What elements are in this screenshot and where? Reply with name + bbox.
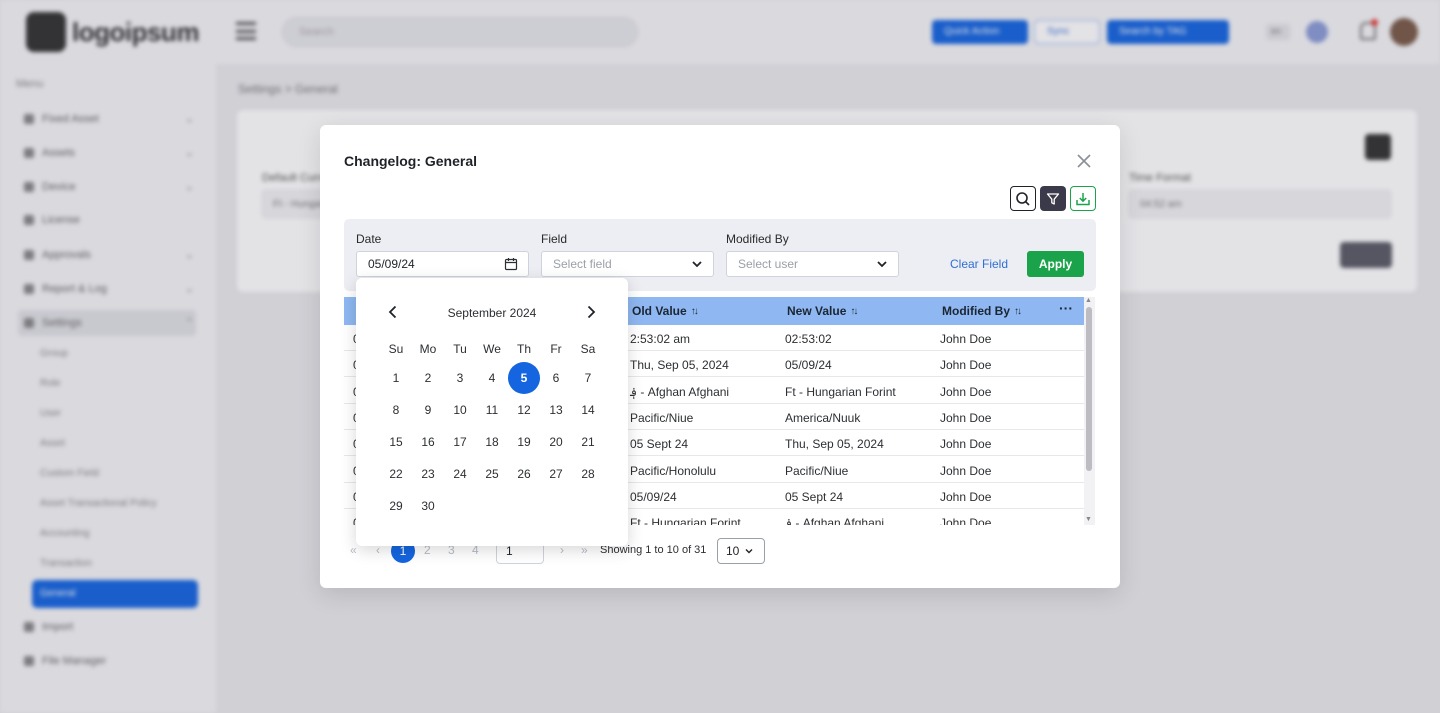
- cell-modified-by: John Doe: [940, 437, 992, 452]
- column-header-old-value[interactable]: Old Value ↑↓: [632, 304, 699, 318]
- apply-button[interactable]: Apply: [1027, 251, 1084, 277]
- chevron-down-icon: [692, 261, 702, 268]
- field-label: Field: [541, 232, 568, 246]
- calendar-day[interactable]: 14: [572, 394, 604, 426]
- weekday-label: Fr: [550, 342, 562, 356]
- weekday-label: Sa: [580, 342, 596, 356]
- clear-field-link[interactable]: Clear Field: [950, 257, 1008, 271]
- next-month-icon[interactable]: [583, 304, 599, 320]
- cell-new-value: Pacific/Niue: [785, 463, 849, 478]
- calendar-day[interactable]: 8: [380, 394, 412, 426]
- cell-modified-by: John Doe: [940, 332, 992, 346]
- calendar-day-selected[interactable]: 5: [508, 362, 540, 394]
- cell-old-value: Pacific/Honolulu: [630, 463, 717, 478]
- chevron-down-icon: [877, 261, 887, 268]
- scrollbar-thumb[interactable]: [1086, 307, 1092, 471]
- cell-new-value: 02:53:02: [785, 332, 832, 346]
- calendar-day[interactable]: 6: [540, 362, 572, 394]
- cell-new-value: America/Nuuk: [785, 410, 861, 425]
- calendar-day[interactable]: 21: [572, 426, 604, 458]
- cell-modified-by: John Doe: [940, 516, 992, 525]
- calendar-day[interactable]: 4: [476, 362, 508, 394]
- cell-old-value: Ft - Hungarian Forint: [630, 516, 741, 525]
- download-icon: [1076, 192, 1090, 205]
- search-toggle-button[interactable]: [1010, 186, 1036, 211]
- table-scrollbar[interactable]: ▲ ▼: [1084, 297, 1095, 525]
- date-label: Date: [356, 232, 382, 246]
- cell-old-value: 05 Sept 24: [630, 437, 689, 452]
- calendar-day[interactable]: 12: [508, 394, 540, 426]
- calendar-day[interactable]: 27: [540, 458, 572, 490]
- close-icon[interactable]: [1076, 153, 1092, 169]
- calendar-day[interactable]: 30: [412, 490, 444, 522]
- calendar-day[interactable]: 11: [476, 394, 508, 426]
- cell-modified-by: John Doe: [940, 410, 992, 425]
- field-placeholder: Select field: [553, 257, 612, 271]
- calendar-day[interactable]: 19: [508, 426, 540, 458]
- scroll-down-icon[interactable]: ▼: [1085, 516, 1092, 523]
- column-header-new-value[interactable]: New Value ↑↓: [787, 304, 858, 318]
- search-icon: [1016, 191, 1030, 206]
- calendar-day[interactable]: 16: [412, 426, 444, 458]
- sort-icon[interactable]: ↑↓: [1014, 306, 1022, 317]
- calendar-day[interactable]: 2: [412, 362, 444, 394]
- per-page-select[interactable]: 10: [717, 538, 765, 564]
- calendar-day[interactable]: 25: [476, 458, 508, 490]
- cell-old-value: Pacific/Niue: [630, 410, 694, 425]
- weekday-label: Tu: [453, 342, 467, 356]
- cell-modified-by: John Doe: [940, 463, 992, 478]
- weekday-label: Su: [388, 342, 404, 356]
- cell-new-value: 05 Sept 24: [785, 489, 844, 504]
- calendar-day[interactable]: 9: [412, 394, 444, 426]
- calendar-day[interactable]: 17: [444, 426, 476, 458]
- date-value: 05/09/24: [368, 257, 415, 271]
- calendar-day[interactable]: 26: [508, 458, 540, 490]
- calendar-day[interactable]: 10: [444, 394, 476, 426]
- column-header-modified-by[interactable]: Modified By ↑↓: [942, 304, 1022, 318]
- sort-icon[interactable]: ↑↓: [850, 306, 858, 317]
- modal-title: Changelog: General: [344, 153, 478, 169]
- scroll-up-icon[interactable]: ▲: [1085, 297, 1092, 304]
- weekday-label: Th: [516, 342, 531, 356]
- calendar-day[interactable]: 15: [380, 426, 412, 458]
- cell-old-value: Thu, Sep 05, 2024: [630, 358, 729, 373]
- field-select[interactable]: Select field: [541, 251, 714, 277]
- modified-by-select[interactable]: Select user: [726, 251, 899, 277]
- cell-new-value: ؋ - Afghan Afghani: [785, 516, 885, 525]
- calendar-day[interactable]: 3: [444, 362, 476, 394]
- cell-old-value: 05/09/24: [630, 489, 677, 504]
- cell-old-value: ؋ - Afghan Afghani: [630, 384, 730, 399]
- cell-new-value: 05/09/24: [785, 358, 832, 373]
- filter-toggle-button[interactable]: [1040, 186, 1066, 211]
- more-options-icon[interactable]: ···: [1059, 300, 1073, 316]
- chevron-down-icon: [745, 549, 753, 554]
- first-page-icon[interactable]: «: [350, 543, 357, 557]
- calendar-day[interactable]: 28: [572, 458, 604, 490]
- calendar-day[interactable]: 20: [540, 426, 572, 458]
- calendar-day[interactable]: 23: [412, 458, 444, 490]
- modified-by-placeholder: Select user: [738, 257, 799, 271]
- calendar-day[interactable]: 18: [476, 426, 508, 458]
- cell-new-value: Ft - Hungarian Forint: [785, 384, 896, 399]
- cell-modified-by: John Doe: [940, 358, 992, 373]
- filter-icon: [1046, 192, 1060, 205]
- calendar-icon[interactable]: [504, 257, 518, 271]
- date-picker-popup: September 2024 Su Mo Tu We Th Fr Sa 1 2 3 4 5 6 7 8 9 10…: [356, 278, 628, 546]
- cell-modified-by: John Doe: [940, 489, 992, 504]
- export-button[interactable]: [1070, 186, 1096, 211]
- modified-by-label: Modified By: [726, 232, 789, 246]
- cell-modified-by: John Doe: [940, 384, 992, 399]
- cell-new-value: Thu, Sep 05, 2024: [785, 437, 884, 452]
- calendar-day[interactable]: 7: [572, 362, 604, 394]
- calendar-day[interactable]: 24: [444, 458, 476, 490]
- calendar-day[interactable]: 29: [380, 490, 412, 522]
- cell-old-value: 2:53:02 am: [630, 332, 691, 346]
- calendar-day[interactable]: 1: [380, 362, 412, 394]
- sort-icon[interactable]: ↑↓: [691, 306, 699, 317]
- calendar-day[interactable]: 22: [380, 458, 412, 490]
- calendar-day[interactable]: 13: [540, 394, 572, 426]
- date-input[interactable]: 05/09/24: [356, 251, 529, 277]
- weekday-label: We: [483, 342, 501, 356]
- weekday-label: Mo: [419, 342, 437, 356]
